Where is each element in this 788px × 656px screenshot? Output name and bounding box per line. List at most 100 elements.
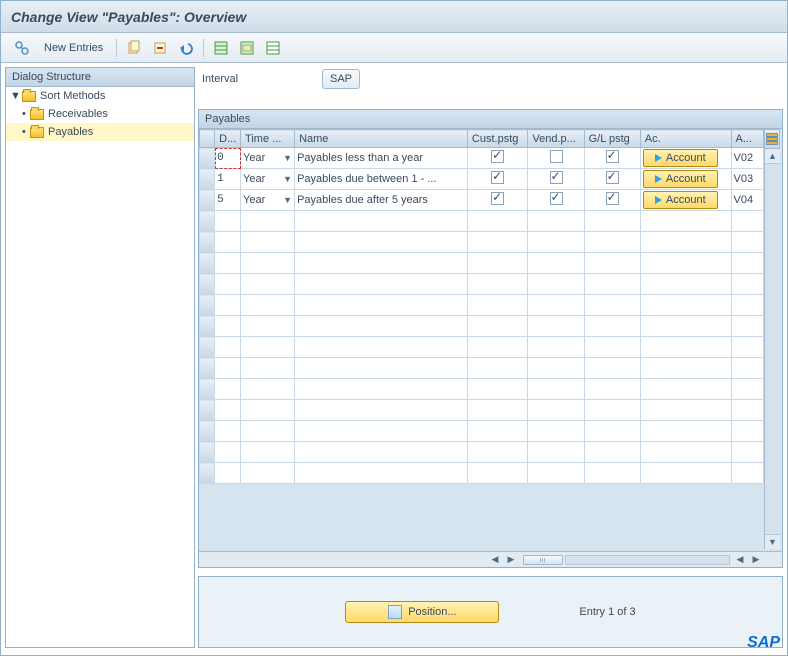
row-handle[interactable] [200,379,215,400]
row-handle[interactable] [200,337,215,358]
table-row[interactable]: 5Year▼Payables due after 5 years Account V… [200,190,764,211]
cell-a[interactable]: V02 [731,148,763,169]
table-row-empty[interactable] [200,379,764,400]
row-handle[interactable] [200,358,215,379]
select-block-icon[interactable] [236,38,258,58]
scroll-down-icon[interactable]: ▼ [768,535,777,549]
table-row-empty[interactable] [200,442,764,463]
col-vend[interactable]: Vend.p... [528,130,584,148]
checkbox[interactable] [550,150,563,163]
scroll-right-end-icon[interactable]: ▶ [748,554,764,565]
cell-time[interactable]: Year▼ [241,169,295,190]
cell-cust[interactable] [467,169,528,190]
cell-ac[interactable]: Account [640,148,731,169]
vertical-scrollbar[interactable]: ▲ ▼ [764,149,780,549]
cell-ac[interactable]: Account [640,190,731,211]
row-handle[interactable] [200,211,215,232]
table-row[interactable]: 1Year▼Payables due between 1 - ... Accoun… [200,169,764,190]
table-row-empty[interactable] [200,358,764,379]
scroll-left-end-icon[interactable]: ◀ [732,554,748,565]
row-handle[interactable] [200,316,215,337]
dropdown-icon[interactable]: ▼ [283,174,292,184]
tree-item-payables[interactable]: • Payables [6,123,194,141]
checkbox[interactable] [550,171,563,184]
row-handle[interactable] [200,463,215,484]
row-handle[interactable] [200,400,215,421]
row-handle[interactable] [200,274,215,295]
scroll-thumb[interactable] [523,555,563,565]
col-gl[interactable]: G/L pstg [584,130,640,148]
row-handle[interactable] [200,190,215,211]
scroll-track[interactable] [765,163,780,535]
col-time[interactable]: Time ... [241,130,295,148]
cell-d[interactable]: 1 [215,169,241,190]
cell-name[interactable]: Payables due after 5 years [295,190,468,211]
checkbox[interactable] [606,150,619,163]
account-button[interactable]: Account [643,170,718,188]
cell-ac[interactable]: Account [640,169,731,190]
position-button[interactable]: Position... [345,601,499,623]
row-handle[interactable] [200,232,215,253]
undo-icon[interactable] [175,38,197,58]
cell-vend[interactable] [528,190,584,211]
horizontal-scrollbar[interactable]: ◀ ▶ ◀ ▶ [199,551,782,567]
row-handle[interactable] [200,421,215,442]
execute-icon[interactable] [11,38,33,58]
deselect-icon[interactable] [262,38,284,58]
dropdown-icon[interactable]: ▼ [283,153,292,163]
scroll-right-icon[interactable]: ▶ [503,554,519,565]
account-button[interactable]: Account [643,149,718,167]
cell-gl[interactable] [584,169,640,190]
table-row-empty[interactable] [200,337,764,358]
dropdown-icon[interactable]: ▼ [283,195,292,205]
table-row-empty[interactable] [200,400,764,421]
checkbox[interactable] [550,192,563,205]
row-handle[interactable] [200,442,215,463]
row-handle[interactable] [200,253,215,274]
copy-icon[interactable] [123,38,145,58]
table-row-empty[interactable] [200,274,764,295]
row-handle[interactable] [200,148,215,169]
cell-time[interactable]: Year▼ [241,190,295,211]
row-handle[interactable] [200,295,215,316]
table-row-empty[interactable] [200,211,764,232]
table-row-empty[interactable] [200,463,764,484]
cell-time[interactable]: Year▼ [241,148,295,169]
table-row-empty[interactable] [200,232,764,253]
cell-name[interactable]: Payables due between 1 - ... [295,169,468,190]
cell-gl[interactable] [584,148,640,169]
table-row-empty[interactable] [200,253,764,274]
collapse-icon[interactable]: ▼ [10,90,22,102]
cell-d[interactable]: 5 [215,190,241,211]
tree-root-sort-methods[interactable]: ▼ Sort Methods [6,87,194,105]
checkbox[interactable] [606,171,619,184]
select-all-icon[interactable] [210,38,232,58]
cell-a[interactable]: V04 [731,190,763,211]
col-name[interactable]: Name [295,130,468,148]
cell-vend[interactable] [528,169,584,190]
col-a[interactable]: A... [731,130,763,148]
table-row-empty[interactable] [200,316,764,337]
col-cust[interactable]: Cust.pstg [467,130,528,148]
table-row-empty[interactable] [200,295,764,316]
checkbox[interactable] [491,192,504,205]
configure-columns-button[interactable] [764,129,780,149]
cell-cust[interactable] [467,190,528,211]
new-entries-button[interactable]: New Entries [37,37,110,59]
cell-a[interactable]: V03 [731,169,763,190]
cell-vend[interactable] [528,148,584,169]
tree-item-receivables[interactable]: • Receivables [6,105,194,123]
delete-icon[interactable] [149,38,171,58]
cell-name[interactable]: Payables less than a year [295,148,468,169]
scroll-up-icon[interactable]: ▲ [768,149,777,163]
checkbox[interactable] [606,192,619,205]
account-button[interactable]: Account [643,191,718,209]
row-handle[interactable] [200,169,215,190]
col-ac[interactable]: Ac. [640,130,731,148]
cell-gl[interactable] [584,190,640,211]
cell-cust[interactable] [467,148,528,169]
scroll-track[interactable] [565,555,730,565]
checkbox[interactable] [491,150,504,163]
cell-d[interactable]: 0 [215,148,241,169]
table-row[interactable]: 0Year▼Payables less than a year Account V0… [200,148,764,169]
